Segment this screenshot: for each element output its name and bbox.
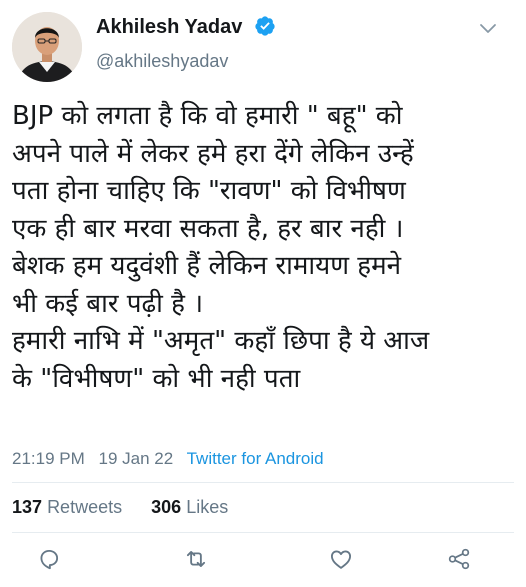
- retweet-icon: [186, 551, 206, 567]
- retweets-label: Retweets: [47, 497, 123, 517]
- share-icon: [448, 548, 470, 570]
- like-button[interactable]: [328, 546, 354, 572]
- avatar[interactable]: [12, 12, 82, 82]
- reply-icon: [40, 549, 59, 570]
- verified-badge-icon: [255, 16, 275, 36]
- retweet-button[interactable]: [183, 546, 209, 572]
- user-handle[interactable]: @akhileshyadav: [96, 51, 228, 72]
- tweet-text-line: अपने पाले में लेकर हमे हरा देंगे लेकिन उ…: [12, 138, 414, 169]
- retweets-count: 137: [12, 497, 43, 517]
- divider: [12, 482, 514, 483]
- tweet-card: Akhilesh Yadav @akhileshyadav BJP को लगत…: [0, 0, 526, 587]
- tweet-meta: 21:19 PM 19 Jan 22 Twitter for Android: [12, 449, 333, 469]
- tweet-text-line: पता होना चाहिए कि "रावण" को विभीषण: [12, 176, 406, 206]
- share-button[interactable]: [446, 546, 472, 572]
- tweet-text-line: बेशक हम यदुवंशी हैं लेकिन रामायण हमने: [12, 251, 402, 281]
- tweet-stats: 137 Retweets 306 Likes: [12, 497, 252, 518]
- tweet-text: BJP को लगता है कि वो हमारी " बहू" को अपन…: [12, 98, 517, 398]
- tweet-text-line: भी कई बार पढ़ी है ।: [12, 288, 204, 319]
- reply-button[interactable]: [36, 546, 62, 572]
- tweet-text-line: के "विभीषण" को भी नही पता: [12, 363, 301, 394]
- tweet-text-line: BJP को लगता है कि वो हमारी " बहू" को: [12, 101, 403, 131]
- user-name[interactable]: Akhilesh Yadav: [96, 16, 242, 39]
- tweet-time[interactable]: 21:19 PM: [12, 449, 85, 468]
- tweet-text-line: एक ही बार मरवा सकता है, हर बार नही ।: [12, 213, 404, 244]
- divider: [12, 532, 514, 533]
- likes-stat[interactable]: 306 Likes: [151, 497, 228, 517]
- tweet-source-link[interactable]: Twitter for Android: [187, 449, 324, 468]
- likes-count: 306: [151, 497, 182, 517]
- retweets-stat[interactable]: 137 Retweets: [12, 497, 122, 517]
- profile-photo: [12, 12, 82, 82]
- tweet-text-line: हमारी नाभि में "अमृत" कहाँ छिपा है ये आज: [12, 326, 430, 356]
- tweet-date[interactable]: 19 Jan 22: [99, 449, 174, 468]
- chevron-down-icon[interactable]: [478, 22, 498, 36]
- heart-icon: [330, 550, 352, 569]
- likes-label: Likes: [186, 497, 229, 517]
